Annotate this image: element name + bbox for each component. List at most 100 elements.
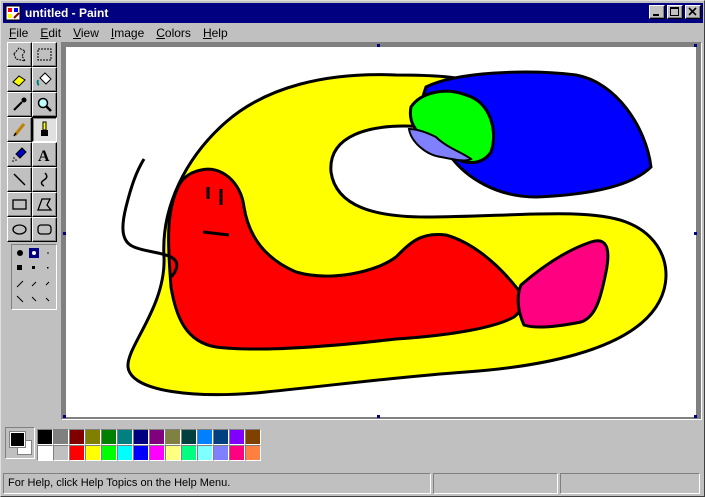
menu-accel: V: [73, 26, 81, 40]
palette-color-swatch[interactable]: [69, 445, 85, 461]
palette-color-swatch[interactable]: [133, 445, 149, 461]
resize-handle[interactable]: [694, 415, 697, 418]
menu-view[interactable]: View: [67, 26, 105, 40]
palette-color-swatch[interactable]: [85, 445, 101, 461]
resize-handle[interactable]: [694, 232, 697, 235]
text-icon: A: [38, 148, 50, 163]
minimize-icon: [653, 14, 659, 16]
minimize-button[interactable]: [649, 5, 665, 19]
menu-file[interactable]: File: [3, 26, 34, 40]
drawing-canvas[interactable]: [63, 44, 697, 418]
title-bar[interactable]: untitled - Paint: [3, 3, 703, 23]
canvas-area: [61, 42, 702, 420]
resize-handle[interactable]: [377, 44, 380, 47]
toolbox: A: [5, 42, 59, 422]
palette-color-swatch[interactable]: [165, 429, 181, 445]
resize-handle[interactable]: [694, 44, 697, 47]
menu-colors[interactable]: Colors: [150, 26, 197, 40]
tool-free-form-select[interactable]: [7, 42, 32, 67]
tool-rectangle[interactable]: [7, 192, 32, 217]
maximize-button[interactable]: [667, 5, 683, 19]
brush-icon: [41, 121, 48, 136]
tool-text[interactable]: A: [32, 142, 57, 167]
maximize-icon: [670, 7, 679, 16]
palette-color-swatch[interactable]: [53, 445, 69, 461]
palette-color-swatch[interactable]: [37, 445, 53, 461]
menu-label: ile: [16, 26, 29, 40]
palette-color-swatch[interactable]: [181, 445, 197, 461]
foreground-color-swatch[interactable]: [9, 431, 26, 448]
palette-color-swatch[interactable]: [181, 429, 197, 445]
palette-color-swatch[interactable]: [85, 429, 101, 445]
tool-pick-color[interactable]: [7, 92, 32, 117]
resize-handle[interactable]: [63, 415, 66, 418]
tool-airbrush[interactable]: [7, 142, 32, 167]
tool-ellipse[interactable]: [7, 217, 32, 242]
drawing-artwork: [121, 70, 668, 397]
brush-shape-options-icon: [16, 248, 50, 303]
resize-handle[interactable]: [63, 232, 66, 235]
rectangle-select-icon: [37, 48, 52, 61]
menu-edit[interactable]: Edit: [34, 26, 67, 40]
magnifier-icon: [37, 97, 52, 112]
svg-text:A: A: [38, 148, 50, 163]
paint-window: untitled - Paint File Edit View Image Co…: [0, 0, 705, 497]
curve-icon: [40, 172, 48, 187]
palette-color-swatch[interactable]: [53, 429, 69, 445]
palette-color-swatch[interactable]: [149, 429, 165, 445]
tool-eraser[interactable]: [7, 67, 32, 92]
menu-label: olors: [164, 26, 191, 40]
palette-color-swatch[interactable]: [117, 429, 133, 445]
tool-rectangle-select[interactable]: [32, 42, 57, 67]
paint-app-icon: [5, 5, 21, 21]
close-button[interactable]: [685, 5, 701, 19]
palette-color-swatch[interactable]: [69, 429, 85, 445]
palette-color-swatch[interactable]: [197, 445, 213, 461]
status-bar: For Help, click Help Topics on the Help …: [3, 473, 703, 494]
palette-color-swatch[interactable]: [229, 429, 245, 445]
rectangle-icon: [12, 199, 27, 210]
pencil-icon: [13, 123, 26, 137]
palette-color-swatch[interactable]: [117, 445, 133, 461]
palette-color-swatch[interactable]: [197, 429, 213, 445]
palette-color-swatch[interactable]: [133, 429, 149, 445]
eraser-icon: [12, 75, 26, 87]
window-title: untitled - Paint: [25, 6, 109, 20]
palette-color-swatch[interactable]: [245, 429, 261, 445]
palette-color-swatch[interactable]: [101, 429, 117, 445]
palette-color-swatch[interactable]: [149, 445, 165, 461]
palette-color-swatch[interactable]: [101, 445, 117, 461]
status-position-panel: [433, 473, 558, 494]
tool-fill[interactable]: [32, 67, 57, 92]
tool-pencil[interactable]: [7, 117, 32, 142]
palette-color-swatch[interactable]: [165, 445, 181, 461]
menu-accel: C: [156, 26, 165, 40]
close-icon: [688, 7, 697, 16]
pick-color-icon: [13, 97, 27, 111]
tool-rounded-rectangle[interactable]: [32, 217, 57, 242]
polygon-icon: [37, 198, 53, 211]
menu-bar: File Edit View Image Colors Help: [3, 24, 703, 42]
tool-polygon[interactable]: [32, 192, 57, 217]
tool-magnifier[interactable]: [32, 92, 57, 117]
palette-color-swatch[interactable]: [229, 445, 245, 461]
palette-color-swatch[interactable]: [245, 445, 261, 461]
menu-label: iew: [80, 26, 99, 40]
color-palette: [5, 425, 705, 465]
status-help-text: For Help, click Help Topics on the Help …: [3, 473, 431, 494]
tool-curve[interactable]: [32, 167, 57, 192]
airbrush-icon: [12, 147, 27, 162]
palette-color-swatch[interactable]: [213, 445, 229, 461]
menu-image[interactable]: Image: [105, 26, 150, 40]
rounded-rectangle-icon: [37, 224, 52, 235]
palette-color-swatch[interactable]: [37, 429, 53, 445]
tool-line[interactable]: [7, 167, 32, 192]
resize-handle[interactable]: [377, 415, 380, 418]
menu-help[interactable]: Help: [197, 26, 234, 40]
tool-brush[interactable]: [32, 117, 57, 142]
menu-accel: H: [202, 26, 212, 40]
line-icon: [13, 173, 26, 186]
palette-color-swatch[interactable]: [213, 429, 229, 445]
brush-options[interactable]: [11, 244, 57, 310]
current-colors[interactable]: [5, 427, 35, 459]
